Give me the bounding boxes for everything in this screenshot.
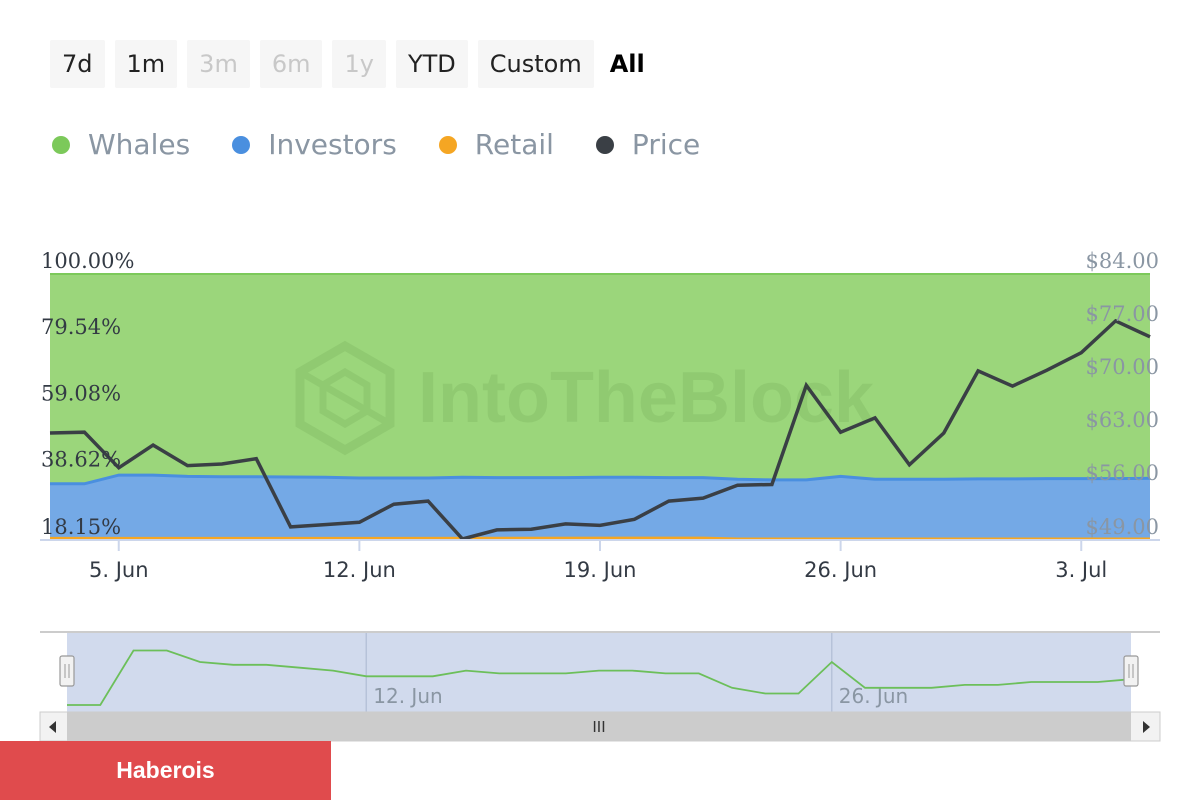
x-tick-label: 12. Jun xyxy=(323,558,396,582)
navigator-left-handle[interactable] xyxy=(59,655,75,687)
x-tick-label: 5. Jun xyxy=(89,558,149,582)
x-tick-label: 19. Jun xyxy=(564,558,637,582)
y-left-tick-label: 38.62% xyxy=(41,448,121,472)
navigator: 12. Jun 26. JunIII xyxy=(39,631,1161,742)
y-left-tick-label: 100.00% xyxy=(41,249,134,273)
y-left-tick-label: 79.54% xyxy=(41,315,121,339)
x-tick-label: 3. Jul xyxy=(1055,558,1107,582)
investors-area xyxy=(50,475,1150,539)
navigator-right-handle[interactable] xyxy=(1123,655,1139,687)
y-left-tick-label: 59.08% xyxy=(41,381,121,405)
x-tick-label: 26. Jun xyxy=(804,558,877,582)
chart-svg: IntoTheBlock 18.15% 38.62% 59.08% 79.54% 100… xyxy=(39,249,1161,742)
y-right-tick-label: $70.00 xyxy=(1086,355,1159,379)
y-right-tick-label: $56.00 xyxy=(1086,461,1159,485)
footer-badge-label: Haberois xyxy=(116,757,215,783)
scrollbar-grip-icon: III xyxy=(592,718,605,736)
y-right-tick-label: $84.00 xyxy=(1086,249,1159,273)
navigator-tick-label: 12. Jun xyxy=(373,684,442,708)
y-left-tick-label: 18.15% xyxy=(41,515,121,539)
footer-badge: Haberois xyxy=(0,741,331,800)
y-right-tick-label: $77.00 xyxy=(1086,302,1159,326)
watermark-text: IntoTheBlock xyxy=(418,358,875,438)
y-right-tick-label: $63.00 xyxy=(1086,408,1159,432)
y-right-tick-label: $49.00 xyxy=(1086,515,1159,539)
navigator-mask[interactable] xyxy=(67,633,1131,712)
